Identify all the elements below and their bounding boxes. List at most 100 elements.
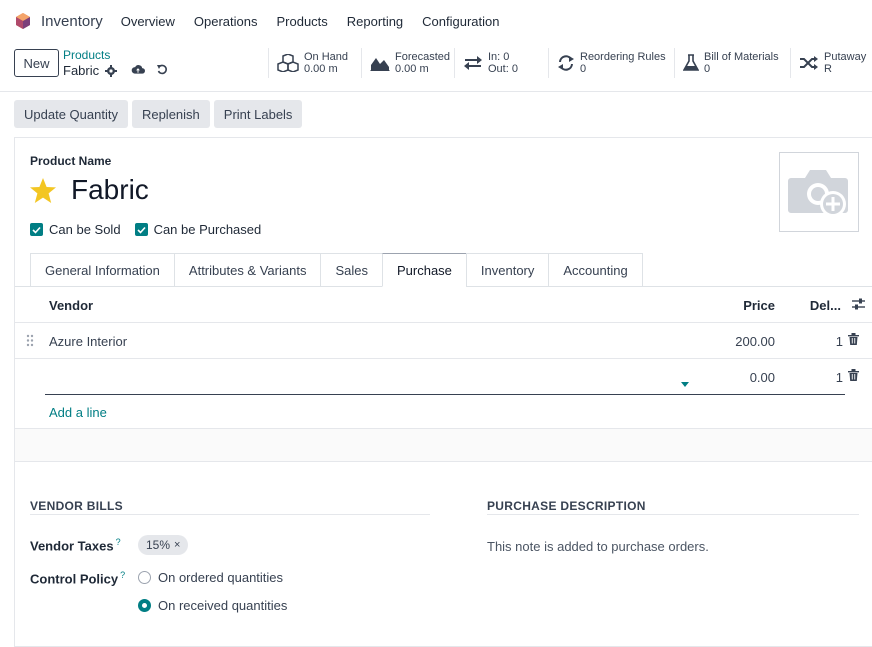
table-row-editing[interactable]: 0.00 1 xyxy=(15,359,872,395)
stat-forecasted-value: 0.00 m xyxy=(395,63,429,75)
help-tooltip-icon[interactable]: ? xyxy=(120,570,125,580)
notebook-tabs: General Information Attributes & Variant… xyxy=(30,253,643,287)
stat-in: In: 0 xyxy=(488,51,510,63)
gear-icon[interactable] xyxy=(104,64,118,78)
menu-products[interactable]: Products xyxy=(276,14,327,29)
stat-bom-value: 0 xyxy=(704,63,711,75)
tab-sales[interactable]: Sales xyxy=(320,253,382,287)
update-quantity-button[interactable]: Update Quantity xyxy=(14,100,128,128)
stat-reordering-rules[interactable]: Reordering Rules 0 xyxy=(549,48,675,78)
breadcrumb-current: Fabric xyxy=(63,63,118,78)
purchase-description-input[interactable]: This note is added to purchase orders. xyxy=(487,539,709,554)
menu-overview[interactable]: Overview xyxy=(121,14,175,29)
stat-forecasted-label: Forecasted xyxy=(395,51,451,63)
drag-handle-icon[interactable] xyxy=(26,334,34,350)
radio-received-quantities[interactable]: On received quantities xyxy=(138,598,287,613)
stat-on-hand-label: On Hand xyxy=(304,51,349,63)
tab-attributes-variants[interactable]: Attributes & Variants xyxy=(173,253,321,287)
tab-general-information[interactable]: General Information xyxy=(30,253,174,287)
product-name-field[interactable]: Fabric xyxy=(71,174,149,206)
can-be-sold-label: Can be Sold xyxy=(49,222,121,237)
stat-putaway-rules[interactable]: Putaway R xyxy=(791,48,872,78)
product-flags: Can be Sold Can be Purchased xyxy=(30,222,261,237)
stat-on-hand-value: 0.00 m xyxy=(304,63,338,75)
column-vendor[interactable]: Vendor xyxy=(49,298,93,313)
column-delivery[interactable]: Del... xyxy=(810,298,841,313)
cubes-icon xyxy=(277,54,299,72)
radio-received-label: On received quantities xyxy=(158,598,288,613)
help-tooltip-icon[interactable]: ? xyxy=(116,537,121,547)
camera-plus-icon xyxy=(788,170,848,217)
control-policy-label: Control Policy? xyxy=(30,570,125,586)
menu-configuration[interactable]: Configuration xyxy=(422,14,499,29)
can-be-purchased-label: Can be Purchased xyxy=(153,222,262,237)
exchange-icon xyxy=(464,56,482,70)
product-name-label: Product Name xyxy=(30,154,112,168)
stat-in-out[interactable]: In: 0 Out: 0 xyxy=(455,48,549,78)
vendor-cell[interactable]: Azure Interior xyxy=(49,334,127,349)
tab-inventory[interactable]: Inventory xyxy=(465,253,549,287)
purchase-description-divider xyxy=(487,514,859,515)
column-price[interactable]: Price xyxy=(743,298,775,313)
delivery-cell[interactable]: 1 xyxy=(836,370,843,385)
menu-operations[interactable]: Operations xyxy=(194,14,258,29)
new-button[interactable]: New xyxy=(14,49,59,77)
stat-on-hand[interactable]: On Hand 0.00 m xyxy=(269,48,362,78)
stat-bom-label: Bill of Materials xyxy=(704,51,779,63)
vendor-bills-title: VENDOR BILLS xyxy=(30,499,123,513)
caret-down-icon[interactable] xyxy=(681,375,689,390)
can-be-sold-checkbox[interactable]: Can be Sold xyxy=(30,222,121,237)
checkbox-checked-icon xyxy=(134,223,148,236)
replenish-button[interactable]: Replenish xyxy=(131,100,210,128)
app-logo-icon[interactable] xyxy=(14,12,32,30)
undo-icon[interactable] xyxy=(155,62,169,76)
remove-tag-icon[interactable]: × xyxy=(174,539,180,551)
price-cell[interactable]: 0.00 xyxy=(750,370,775,385)
tax-tag-label: 15% xyxy=(146,538,171,552)
add-a-line-link[interactable]: Add a line xyxy=(49,405,107,420)
tab-accounting[interactable]: Accounting xyxy=(548,253,643,287)
stat-reordering-value: 0 xyxy=(580,63,587,75)
star-icon[interactable] xyxy=(29,177,57,204)
row-edit-underline xyxy=(45,394,845,395)
purchase-description-title: PURCHASE DESCRIPTION xyxy=(487,499,646,513)
flask-icon xyxy=(683,54,699,71)
can-be-purchased-checkbox[interactable]: Can be Purchased xyxy=(134,222,262,237)
stat-reordering-label: Reordering Rules xyxy=(580,51,666,63)
product-image-upload[interactable] xyxy=(779,152,859,232)
trash-icon[interactable] xyxy=(848,369,859,384)
vendor-taxes-label: Vendor Taxes? xyxy=(30,537,121,553)
stat-bill-of-materials[interactable]: Bill of Materials 0 xyxy=(675,48,791,78)
radio-ordered-label: On ordered quantities xyxy=(158,570,284,585)
record-name: Fabric xyxy=(63,63,100,78)
tax-tag[interactable]: 15% × xyxy=(138,535,189,555)
trash-icon[interactable] xyxy=(848,333,859,348)
vendor-bills-divider xyxy=(30,514,430,515)
app-name[interactable]: Inventory xyxy=(41,13,103,30)
radio-unchecked-icon xyxy=(138,571,151,584)
checkbox-checked-icon xyxy=(30,223,43,236)
form-sheet: Product Name Fabric Can be Sold Can be P… xyxy=(14,137,872,647)
cloud-upload-icon[interactable] xyxy=(131,62,145,76)
area-chart-icon xyxy=(370,58,390,71)
radio-checked-icon xyxy=(138,599,151,612)
table-footer xyxy=(15,428,872,462)
vendor-table-header: Vendor Price Del... xyxy=(15,287,872,323)
price-cell[interactable]: 200.00 xyxy=(735,334,775,349)
print-labels-button[interactable]: Print Labels xyxy=(213,100,303,128)
control-policy-label-text: Control Policy xyxy=(30,571,119,587)
stat-out: Out: 0 xyxy=(488,63,518,75)
menu-reporting[interactable]: Reporting xyxy=(347,14,403,29)
refresh-icon xyxy=(558,55,574,71)
random-icon xyxy=(800,56,818,70)
stat-forecasted[interactable]: Forecasted 0.00 m xyxy=(362,48,455,78)
breadcrumb-products[interactable]: Products xyxy=(63,48,110,62)
vendor-taxes-label-text: Vendor Taxes xyxy=(30,538,114,554)
radio-ordered-quantities[interactable]: On ordered quantities xyxy=(138,570,283,585)
table-row[interactable]: Azure Interior 200.00 1 xyxy=(15,323,872,359)
tab-purchase[interactable]: Purchase xyxy=(381,253,466,287)
delivery-cell[interactable]: 1 xyxy=(836,334,843,349)
header-actions: Update Quantity Replenish Print Labels xyxy=(14,100,303,128)
record-actions xyxy=(131,62,169,76)
optional-columns-icon[interactable] xyxy=(852,298,865,313)
